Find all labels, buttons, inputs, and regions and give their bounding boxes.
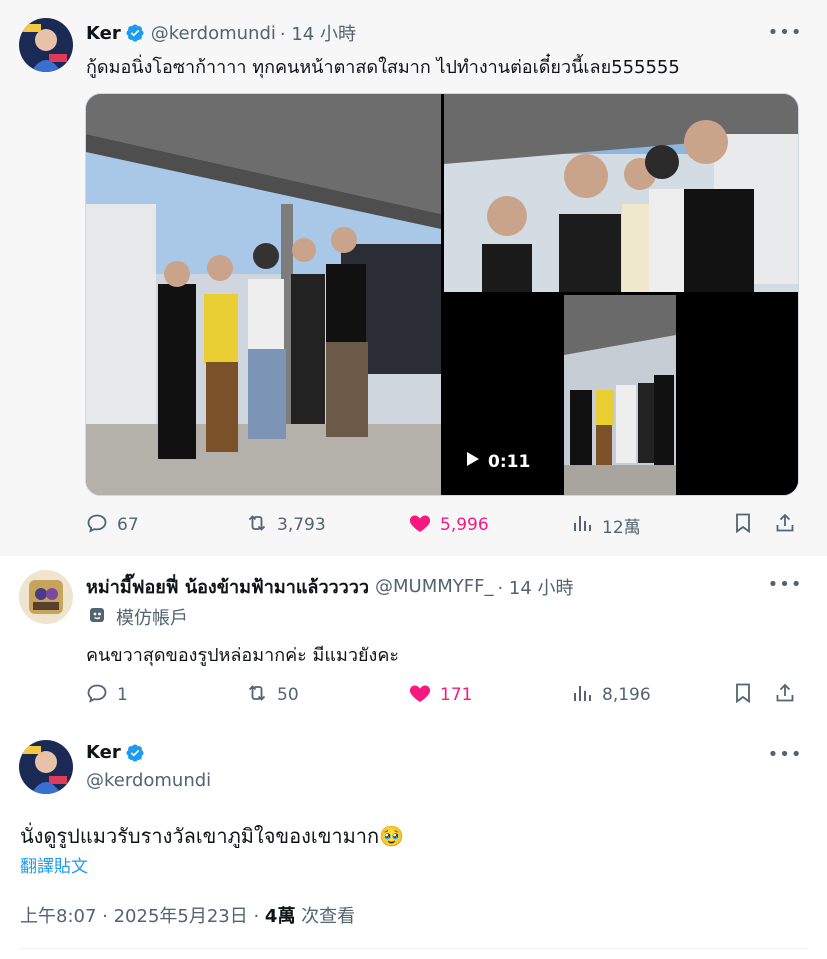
author-name[interactable]: Ker bbox=[86, 742, 121, 763]
reply-button[interactable]: 1 bbox=[85, 680, 128, 710]
bookmark-button[interactable] bbox=[731, 680, 755, 710]
view-count: 12萬 bbox=[602, 517, 641, 538]
avatar[interactable] bbox=[19, 570, 73, 624]
parody-account-label: 模仿帳戶 bbox=[88, 604, 188, 630]
author-name[interactable]: หม่ามี๊ฟอยฟี่ น้องข้ามฟ้ามาแล้ววววว bbox=[86, 572, 369, 601]
avatar[interactable] bbox=[19, 18, 73, 72]
photo-1[interactable] bbox=[86, 94, 441, 495]
reply-count: 67 bbox=[117, 515, 139, 535]
more-options-icon[interactable]: ••• bbox=[768, 741, 802, 767]
repost-count: 3,793 bbox=[277, 515, 326, 535]
analytics-icon bbox=[570, 511, 594, 540]
bookmark-button[interactable] bbox=[731, 510, 755, 540]
divider bbox=[20, 948, 807, 949]
video-duration-badge: 0:11 bbox=[466, 451, 530, 472]
reply-icon bbox=[85, 681, 109, 710]
tweet-1[interactable]: Ker @kerdomundi · 14 小時 ••• กู้ดมอนิ่งโอ… bbox=[0, 0, 827, 556]
media-grid: 0:11 bbox=[85, 93, 799, 496]
share-icon bbox=[773, 681, 797, 710]
repost-count: 50 bbox=[277, 685, 299, 705]
tweet-text: คนขวาสุดของรูปหล่อมากค่ะ มีแมวยังคะ bbox=[86, 645, 400, 666]
analytics-icon bbox=[570, 681, 594, 710]
view-count: 4萬 bbox=[264, 906, 296, 927]
video-thumbnail[interactable]: 0:11 bbox=[444, 295, 798, 495]
bookmark-icon bbox=[731, 511, 755, 540]
more-options-icon[interactable]: ••• bbox=[768, 19, 802, 45]
author-handle[interactable]: @kerdomundi bbox=[86, 770, 211, 791]
theater-masks-icon bbox=[88, 605, 108, 630]
repost-button[interactable]: 50 bbox=[245, 680, 299, 710]
translate-post-link[interactable]: 翻譯貼文 bbox=[20, 852, 88, 877]
verified-badge-icon bbox=[125, 743, 145, 763]
tweet-time[interactable]: · 14 小時 bbox=[276, 20, 356, 46]
like-button[interactable]: 171 bbox=[408, 680, 472, 710]
reply-button[interactable]: 67 bbox=[85, 510, 139, 540]
tweet-actions: 67 3,793 5,996 12萬 bbox=[85, 510, 797, 540]
photo-2[interactable] bbox=[444, 94, 798, 292]
share-button[interactable] bbox=[773, 680, 797, 710]
author-handle[interactable]: @MUMMYFF_ bbox=[369, 576, 493, 597]
verified-badge-icon bbox=[125, 23, 145, 43]
reply-icon bbox=[85, 511, 109, 540]
avatar[interactable] bbox=[19, 740, 73, 794]
tweet-text: กู้ดมอนิ่งโอซาก้าาาา ทุกคนหน้าตาสดใสมาก … bbox=[86, 57, 680, 78]
tweet-2[interactable]: หม่ามี๊ฟอยฟี่ น้องข้ามฟ้ามาแล้ววววว @MUM… bbox=[0, 556, 827, 736]
view-count: 8,196 bbox=[602, 685, 651, 705]
share-button[interactable] bbox=[773, 510, 797, 540]
share-icon bbox=[773, 511, 797, 540]
reply-count: 1 bbox=[117, 685, 128, 705]
views-button[interactable]: 12萬 bbox=[570, 510, 641, 540]
like-count: 171 bbox=[440, 685, 473, 705]
tweet-actions: 1 50 171 8,196 bbox=[85, 680, 797, 710]
play-icon bbox=[466, 451, 480, 472]
bookmark-icon bbox=[731, 681, 755, 710]
repost-icon bbox=[245, 681, 269, 710]
heart-filled-icon bbox=[408, 681, 432, 710]
views-label: 次查看 bbox=[295, 906, 356, 927]
like-count: 5,996 bbox=[440, 515, 489, 535]
parody-label-text: 模仿帳戶 bbox=[116, 608, 188, 629]
heart-filled-icon bbox=[408, 511, 432, 540]
tweet-time[interactable]: · 14 小時 bbox=[493, 574, 573, 600]
author-name[interactable]: Ker bbox=[86, 23, 121, 44]
views-button[interactable]: 8,196 bbox=[570, 680, 651, 710]
video-duration: 0:11 bbox=[488, 451, 531, 472]
more-options-icon[interactable]: ••• bbox=[768, 571, 802, 597]
tweet-3-focused: Ker @kerdomundi ••• นั่งดูรูปแมวรับรางวั… bbox=[0, 736, 827, 959]
repost-icon bbox=[245, 511, 269, 540]
tweet-text: นั่งดูรูปแมวรับรางวัลเขาภูมิใจของเขามาก🥹 bbox=[20, 824, 405, 848]
like-button[interactable]: 5,996 bbox=[408, 510, 489, 540]
tweet-metadata: 上午8:07 · 2025年5月23日 · 4萬 次查看 bbox=[20, 902, 355, 928]
repost-button[interactable]: 3,793 bbox=[245, 510, 326, 540]
author-handle[interactable]: @kerdomundi bbox=[151, 23, 276, 44]
tweet-timestamp[interactable]: 上午8:07 · 2025年5月23日 · bbox=[20, 906, 265, 927]
